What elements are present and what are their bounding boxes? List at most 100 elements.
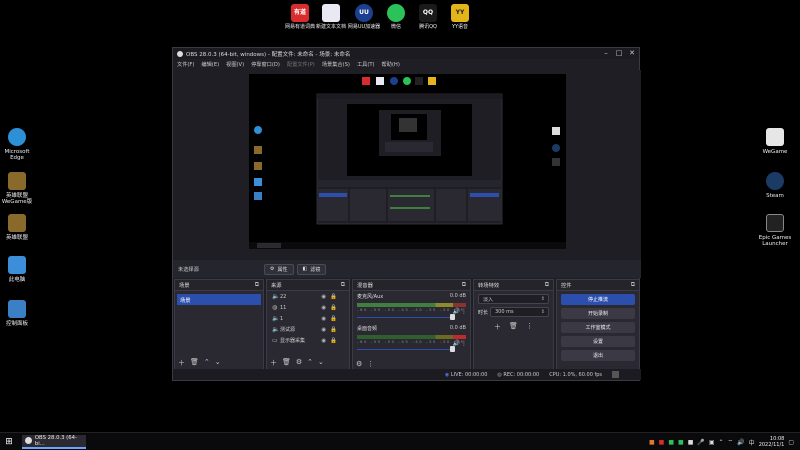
arrow-down-icon[interactable]: ⌄: [318, 358, 324, 368]
desktop-icon-lol-wegame[interactable]: 英雄联盟 WeGame版: [0, 172, 37, 206]
tray-app-icon[interactable]: ▣: [709, 439, 715, 446]
desktop-icon-wegame[interactable]: WeGame: [755, 128, 795, 155]
maximize-icon[interactable]: □: [614, 49, 624, 57]
source-item[interactable]: 🔈 22 ◉🔒: [267, 291, 349, 302]
source-item[interactable]: ◍ 11 ◉🔒: [267, 302, 349, 313]
exit-button[interactable]: 退出: [561, 350, 635, 361]
properties-button[interactable]: ⚙ 属性: [264, 263, 294, 275]
gear-icon[interactable]: ⚙: [356, 360, 362, 368]
add-icon[interactable]: ＋: [494, 322, 501, 332]
dock-float-icon[interactable]: ⧉: [255, 281, 259, 289]
more-vertical-icon[interactable]: ⋮: [461, 308, 467, 315]
duration-value: 300 ms: [495, 309, 514, 315]
scenes-footer: ＋ 🗑 ⌃ ⌄: [178, 358, 221, 368]
tray-app-icon[interactable]: ■: [688, 439, 694, 446]
preview-canvas[interactable]: [249, 74, 566, 249]
desktop-icon-lol[interactable]: 英雄联盟: [0, 214, 37, 241]
desktop-icon-label: 网易有道词典: [284, 24, 315, 30]
arrow-down-icon[interactable]: ⌄: [215, 358, 221, 368]
windows-start-icon[interactable]: ⊞: [0, 437, 18, 447]
dock-float-icon[interactable]: ⧉: [462, 281, 466, 289]
trash-icon[interactable]: 🗑: [190, 358, 199, 368]
speaker-icon[interactable]: 🔊: [453, 340, 460, 347]
dock-header: 混音器 ⧉: [353, 280, 470, 291]
desktop-icon-steam[interactable]: Steam: [755, 172, 795, 199]
menu-help[interactable]: 帮助(H): [382, 61, 400, 68]
menu-profile[interactable]: 配置文件(P): [287, 61, 315, 68]
dock-float-icon[interactable]: ⧉: [341, 281, 345, 289]
source-label: 11: [280, 304, 287, 311]
notification-icon[interactable]: ▢: [788, 439, 794, 446]
menu-docks[interactable]: 停靠窗口(D): [251, 61, 280, 68]
menu-scene-collection[interactable]: 场景集合(S): [322, 61, 350, 68]
dock-header: 场景 ⧉: [175, 280, 263, 291]
menu-edit[interactable]: 编辑(E): [201, 61, 219, 68]
preview-area: [173, 70, 641, 260]
visibility-lock-icons[interactable]: ◉🔒: [321, 338, 341, 344]
dock-header: 来源 ⧉: [267, 280, 349, 291]
trash-icon[interactable]: 🗑: [509, 322, 518, 332]
duration-field[interactable]: 300 ms ⇕: [490, 307, 549, 317]
menu-tools[interactable]: 工具(T): [357, 61, 375, 68]
more-vertical-icon[interactable]: ⋮: [526, 322, 533, 332]
speaker-icon[interactable]: 🔊: [453, 308, 460, 315]
desktop-icon-wechat[interactable]: 微信: [378, 4, 414, 31]
desktop-icon-yy[interactable]: YY YY语音: [442, 4, 478, 31]
arrow-up-icon[interactable]: ⌃: [204, 358, 210, 368]
mixer-footer: ⚙ ⋮: [356, 360, 374, 368]
source-item[interactable]: ▭ 显示器采集 ◉🔒: [267, 335, 349, 346]
visibility-lock-icons[interactable]: ◉🔒: [321, 327, 341, 333]
tray-app-icon[interactable]: ■: [659, 439, 665, 446]
menu-view[interactable]: 视图(V): [226, 61, 244, 68]
volume-slider[interactable]: [357, 314, 455, 320]
desktop-icon-epic[interactable]: Epic Games Launcher: [755, 214, 795, 248]
tray-app-icon[interactable]: ■: [668, 439, 674, 446]
tray-app-icon[interactable]: ■: [649, 439, 655, 446]
volume-icon[interactable]: 🔊: [737, 439, 744, 446]
desktop-icon-qq[interactable]: QQ 腾讯QQ: [410, 4, 446, 31]
clock[interactable]: 10:08 2022/11/1: [759, 436, 785, 449]
desktop-icon-uu[interactable]: UU 网易UU加速器: [346, 4, 382, 31]
visibility-lock-icons[interactable]: ◉🔒: [321, 305, 341, 311]
visibility-lock-icons[interactable]: ◉🔒: [321, 316, 341, 322]
desktop-icon-edge[interactable]: Microsoft Edge: [0, 128, 37, 162]
add-icon[interactable]: ＋: [270, 358, 277, 368]
volume-slider[interactable]: [357, 346, 455, 352]
desktop-icon-label: 网易UU加速器: [347, 24, 381, 30]
microphone-icon[interactable]: 🎤: [697, 439, 704, 446]
filters-button[interactable]: ◧ 滤镜: [296, 263, 327, 275]
source-item[interactable]: 🔈 测试源 ◉🔒: [267, 324, 349, 335]
settings-button[interactable]: 设置: [561, 336, 635, 347]
menu-bar: 文件(F) 编辑(E) 视图(V) 停靠窗口(D) 配置文件(P) 场景集合(S…: [173, 59, 639, 69]
stop-streaming-button[interactable]: 停止推流: [561, 294, 635, 305]
dock-float-icon[interactable]: ⧉: [545, 281, 549, 289]
more-vertical-icon[interactable]: ⋮: [367, 360, 374, 368]
close-icon[interactable]: ✕: [627, 49, 637, 57]
dock-float-icon[interactable]: ⧉: [631, 281, 635, 289]
visibility-lock-icons[interactable]: ◉🔒: [321, 294, 341, 300]
wifi-icon[interactable]: ⌔: [728, 438, 734, 446]
trash-icon[interactable]: 🗑: [282, 358, 291, 368]
desktop-icon-label: 英雄联盟 WeGame版: [1, 193, 33, 206]
ime-icon[interactable]: 中: [749, 438, 755, 447]
studio-mode-button[interactable]: 工作室模式: [561, 322, 635, 333]
transition-select[interactable]: 淡入 ⇕: [478, 294, 549, 304]
menu-file[interactable]: 文件(F): [177, 61, 194, 68]
track-db: 0.0 dB: [449, 325, 466, 331]
add-icon[interactable]: ＋: [178, 358, 185, 368]
desktop-icon-control-panel[interactable]: 控制面板: [0, 300, 37, 327]
start-recording-button[interactable]: 开始录制: [561, 308, 635, 319]
source-label: 测试源: [280, 327, 296, 333]
tray-app-icon[interactable]: ■: [678, 439, 684, 446]
desktop-icon-new-text[interactable]: 新建文本文档: [313, 4, 349, 31]
taskbar-obs-item[interactable]: OBS 28.0.3 (64-bi...: [22, 434, 86, 449]
arrow-up-icon[interactable]: ⌃: [307, 358, 313, 368]
minimize-icon[interactable]: –: [601, 49, 611, 57]
gear-icon[interactable]: ⚙: [296, 358, 302, 368]
desktop-icon-this-pc[interactable]: 此电脑: [0, 256, 37, 283]
more-vertical-icon[interactable]: ⋮: [461, 340, 467, 347]
obs-titlebar[interactable]: OBS 28.0.3 (64-bit, windows) - 配置文件: 未命名…: [173, 48, 639, 59]
chevron-up-icon[interactable]: ⌃: [719, 439, 724, 446]
source-item[interactable]: 🔈 1 ◉🔒: [267, 313, 349, 324]
scene-item[interactable]: 场景: [177, 294, 261, 305]
